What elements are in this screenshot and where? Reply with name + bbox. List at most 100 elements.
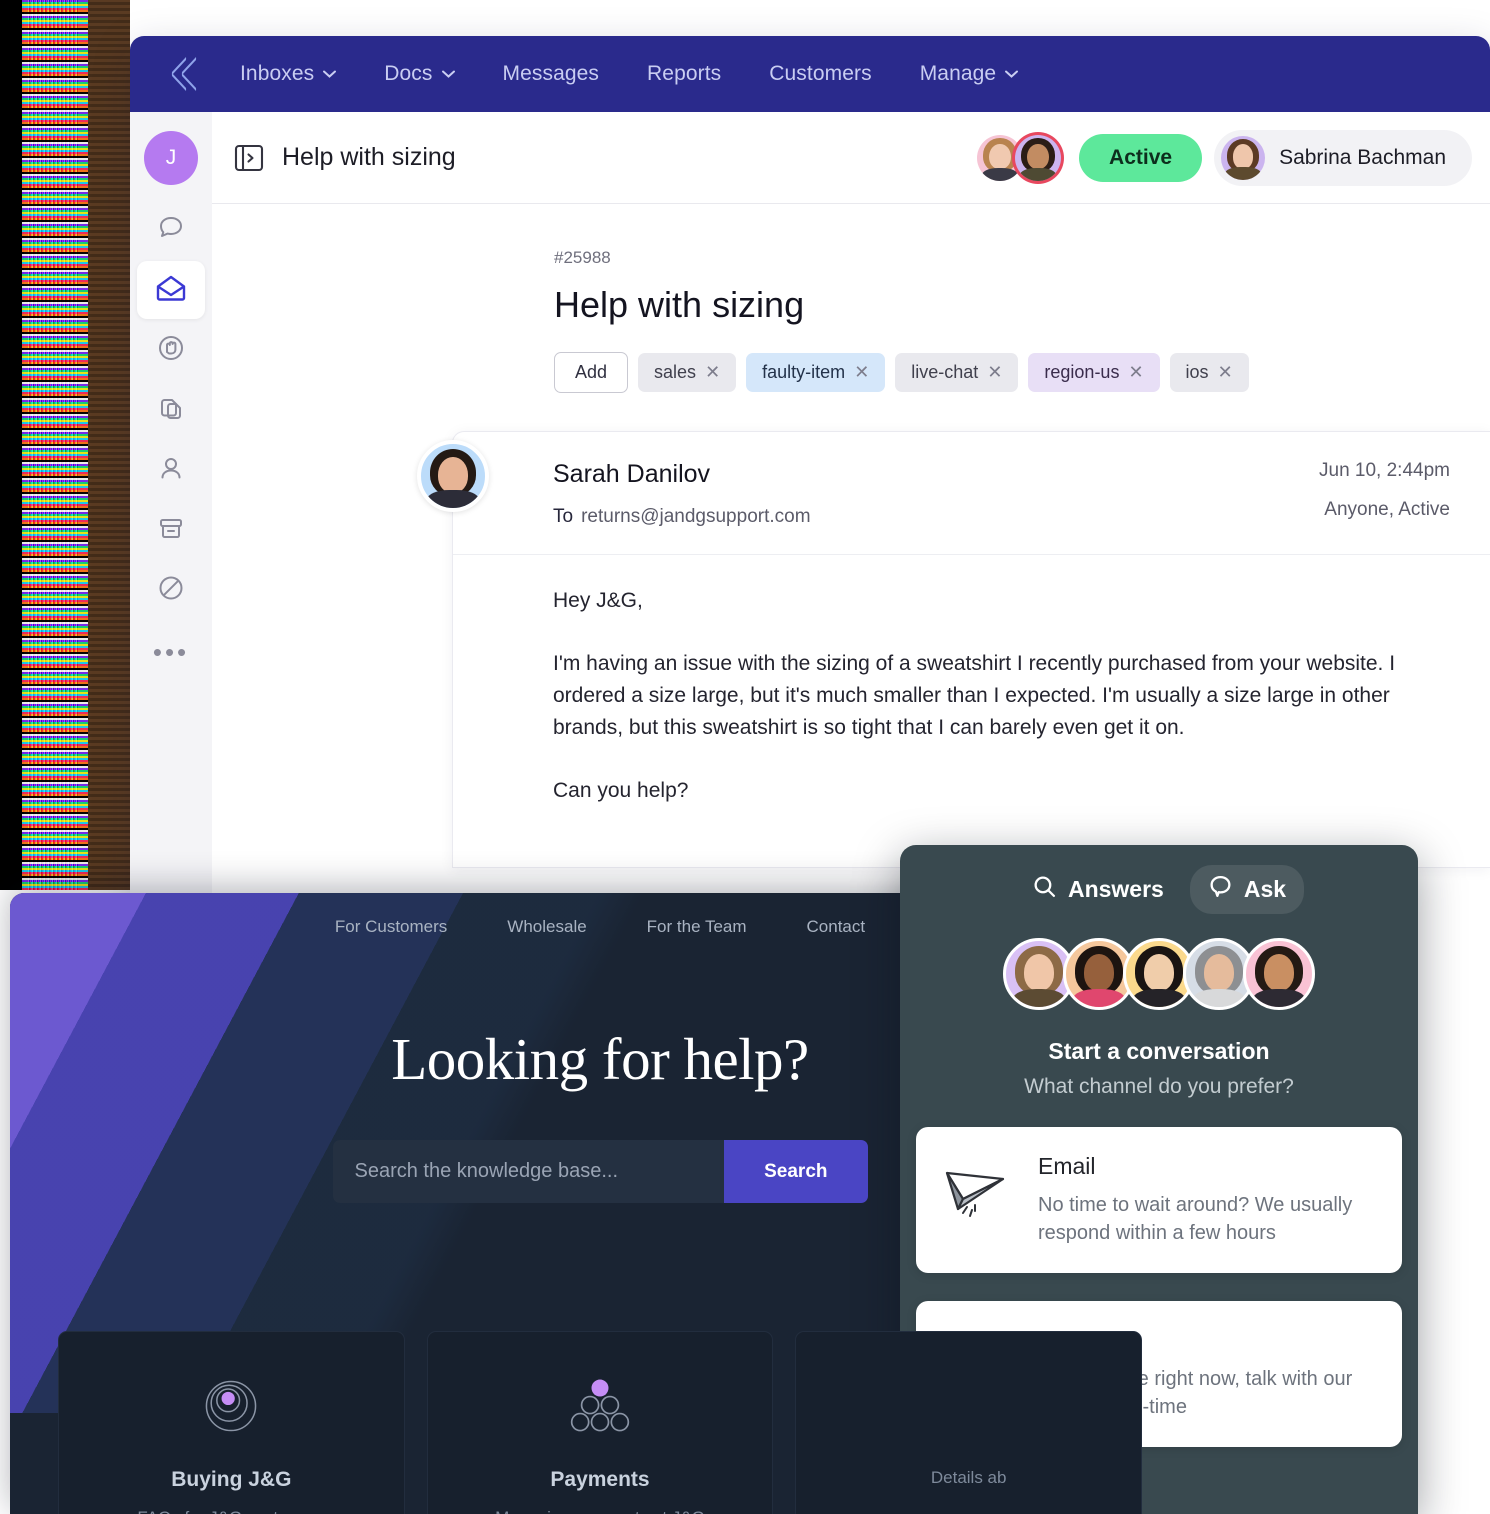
tag-live-chat[interactable]: live-chat ✕ — [895, 353, 1019, 392]
kb-card-title: Payments — [550, 1468, 650, 1491]
nav-item-messages[interactable]: Messages — [479, 52, 624, 96]
remove-tag-icon[interactable]: ✕ — [987, 362, 1002, 382]
knowledge-base-nav: For Customers Wholesale For the Team Con… — [10, 893, 1190, 937]
message-timestamp: Jun 10, 2:44pm — [1319, 460, 1450, 481]
rail-item-chat[interactable] — [137, 201, 205, 259]
message-status: Anyone, Active — [1324, 499, 1450, 520]
avatar[interactable]: J — [144, 131, 198, 185]
panel-toggle-icon[interactable] — [232, 141, 266, 175]
search-button[interactable]: Search — [724, 1140, 868, 1203]
status-badge[interactable]: Active — [1079, 133, 1203, 182]
recipient-line: To returns@jandgsupport.com — [553, 506, 1319, 528]
rail-item-archive[interactable] — [137, 501, 205, 559]
tag-row: Add sales ✕ faulty-item ✕ live-chat ✕ regio… — [554, 352, 1490, 393]
nav-item-reports[interactable]: Reports — [623, 52, 745, 96]
nav-items: Inboxes Docs Messages Reports Customers … — [216, 52, 1042, 96]
chevron-down-icon — [323, 70, 337, 78]
message-card: Sarah Danilov To returns@jandgsupport.com… — [417, 431, 1490, 868]
message-meta-right: Jun 10, 2:44pm Anyone, Active — [1319, 460, 1450, 528]
ticket-title: Help with sizing — [554, 284, 805, 325]
tag-faulty-item[interactable]: faulty-item ✕ — [746, 353, 886, 392]
docs-pages-icon — [156, 393, 186, 428]
rail-item-person[interactable] — [137, 441, 205, 499]
message-paragraph: I'm having an issue with the sizing of a… — [553, 651, 1396, 739]
message-body: Hey J&G, I'm having an issue with the si… — [453, 555, 1490, 867]
kb-card-third-cut-off[interactable]: Details ab — [795, 1331, 1143, 1514]
rail-item-inbox[interactable] — [137, 261, 205, 319]
tab-label: Ask — [1243, 876, 1287, 902]
message-meta: Sarah Danilov To returns@jandgsupport.com — [553, 460, 1319, 528]
to-address: returns@jandgsupport.com — [581, 506, 811, 527]
knowledge-base-panel: For Customers Wholesale For the Team Con… — [10, 893, 1190, 1514]
chat-bubble-icon — [1208, 874, 1233, 905]
kb-heading: Looking for help? — [391, 1026, 809, 1092]
sender-avatar — [417, 440, 489, 512]
rail-more-button[interactable]: ••• — [153, 637, 189, 668]
tag-label: region-us — [1044, 362, 1120, 382]
kb-card-description: Managing payments at J&G — [448, 1508, 753, 1514]
nav-item-label: Reports — [647, 62, 722, 85]
helpscout-logo-icon[interactable] — [156, 54, 200, 94]
tag-label: faulty-item — [762, 362, 846, 382]
concentric-circles-icon — [79, 1370, 384, 1442]
nav-item-inboxes[interactable]: Inboxes — [216, 52, 360, 96]
nav-item-label: Messages — [502, 62, 600, 85]
nav-item-docs[interactable]: Docs — [360, 52, 478, 96]
chevron-down-icon — [1005, 70, 1019, 78]
remove-tag-icon[interactable]: ✕ — [1218, 362, 1233, 382]
tag-label: ios — [1185, 362, 1209, 382]
hand-wave-icon — [156, 333, 186, 368]
archive-box-icon — [156, 513, 186, 548]
kb-card-description: Details ab — [930, 1468, 1007, 1487]
search-input[interactable] — [332, 1140, 725, 1203]
rail-item-wave[interactable] — [137, 321, 205, 379]
sender-name: Sarah Danilov — [553, 460, 711, 488]
message-header: Sarah Danilov To returns@jandgsupport.com… — [417, 432, 1490, 555]
kb-nav-wholesale[interactable]: Wholesale — [507, 917, 586, 937]
page-title: Help with sizing — [282, 143, 456, 171]
tag-label: sales — [654, 362, 697, 382]
blocked-icon — [156, 573, 186, 608]
tag-ios[interactable]: ios ✕ — [1169, 353, 1249, 392]
viewer-avatar-2[interactable] — [1015, 134, 1062, 181]
message-paragraph: Can you help? — [553, 778, 689, 802]
nav-item-manage[interactable]: Manage — [896, 52, 1043, 96]
kb-card-description: FAQs for J&G customers — [79, 1508, 384, 1514]
remove-tag-icon[interactable]: ✕ — [854, 362, 869, 382]
kb-nav-contact[interactable]: Contact — [807, 917, 866, 937]
nav-item-label: Customers — [769, 62, 872, 85]
chevron-down-icon — [441, 70, 455, 78]
kb-nav-for-customers[interactable]: For Customers — [335, 917, 447, 937]
nav-item-label: Docs — [384, 62, 433, 85]
kb-nav-for-the-team[interactable]: For the Team — [647, 917, 747, 937]
rail-item-docs[interactable] — [137, 381, 205, 439]
person-icon — [156, 453, 186, 488]
kb-card-buying[interactable]: Buying J&G FAQs for J&G customers 6 arti… — [58, 1331, 405, 1514]
tab-ask[interactable]: Ask — [1189, 865, 1305, 914]
conversation-header: Help with sizing Active Sabrina Bachman — [212, 112, 1490, 204]
remove-tag-icon[interactable]: ✕ — [705, 362, 720, 382]
add-tag-button[interactable]: Add — [554, 352, 629, 393]
kb-card-title: Buying J&G — [171, 1468, 292, 1491]
to-label: To — [553, 506, 574, 527]
tag-label: live-chat — [911, 362, 979, 382]
kb-category-cards: Buying J&G FAQs for J&G customers 6 arti… — [10, 1331, 1190, 1514]
top-navigation-bar: Inboxes Docs Messages Reports Customers … — [130, 36, 1490, 112]
nav-item-label: Inboxes — [240, 62, 315, 85]
screenshot-root: Inboxes Docs Messages Reports Customers … — [0, 0, 1490, 1514]
message-paragraph: Hey J&G, — [553, 589, 643, 612]
assignee-selector[interactable]: Sabrina Bachman — [1214, 129, 1472, 186]
kb-card-payments[interactable]: Payments Managing payments at J&G 8 arti… — [426, 1331, 774, 1514]
remove-tag-icon[interactable]: ✕ — [1128, 362, 1143, 382]
image-artifact-strip — [0, 0, 130, 890]
inbox-envelope-icon — [155, 273, 187, 308]
rail-item-blocked[interactable] — [137, 561, 205, 619]
ticket-number: #25988 — [554, 248, 611, 267]
nav-item-customers[interactable]: Customers — [745, 52, 895, 96]
assignee-name: Sabrina Bachman — [1279, 145, 1446, 169]
tag-region-us[interactable]: region-us ✕ — [1028, 353, 1160, 392]
tag-sales[interactable]: sales ✕ — [638, 353, 737, 392]
circle-pyramid-icon — [448, 1370, 753, 1442]
nav-item-label: Manage — [919, 62, 997, 85]
team-avatar — [1243, 938, 1315, 1010]
